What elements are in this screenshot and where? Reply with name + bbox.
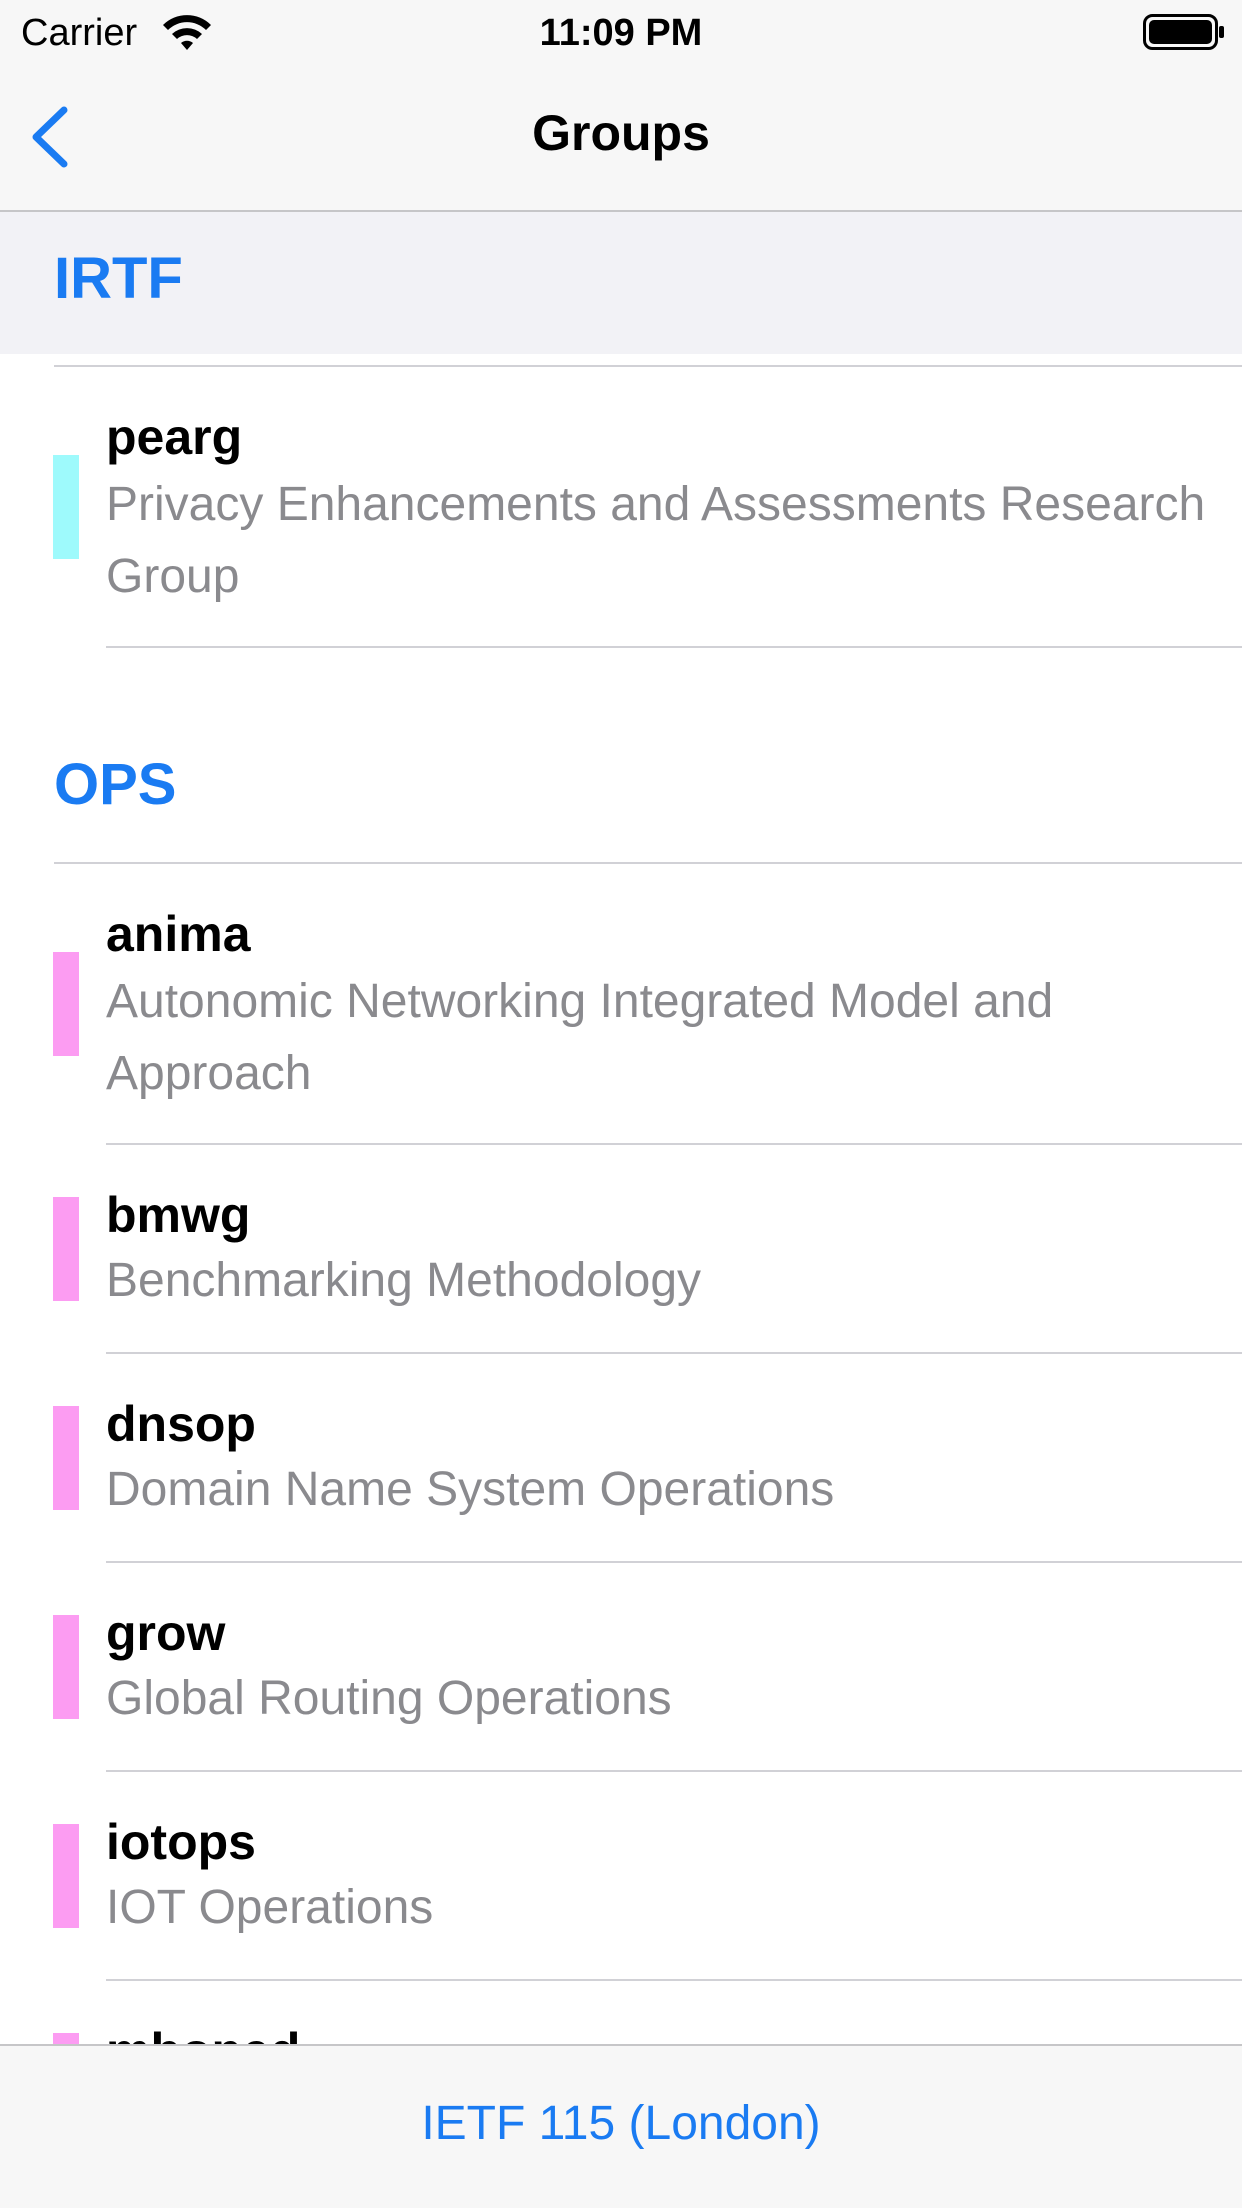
group-color-bar bbox=[53, 1406, 79, 1510]
section-header-irtf: IRTF bbox=[0, 212, 1242, 354]
group-name: anima bbox=[106, 906, 251, 962]
row-separator bbox=[106, 646, 1242, 648]
group-description: Autonomic Networking Integrated Model an… bbox=[106, 975, 1054, 1100]
group-name: bmwg bbox=[106, 1187, 251, 1243]
group-name: dnsop bbox=[106, 1396, 256, 1452]
group-description: Benchmarking Methodology bbox=[106, 1254, 702, 1307]
status-bar: Carrier 11:09 PM bbox=[0, 0, 1242, 66]
group-color-bar bbox=[53, 1615, 79, 1719]
group-description: Privacy Enhancements and Assessments Res… bbox=[106, 478, 1206, 603]
group-row-pearg[interactable]: pearg Privacy Enhancements and Assessmen… bbox=[0, 367, 1242, 647]
group-description: Global Routing Operations bbox=[106, 1672, 672, 1725]
group-row-dnsop[interactable]: dnsop Domain Name System Operations bbox=[0, 1354, 1242, 1562]
group-row-anima[interactable]: anima Autonomic Networking Integrated Mo… bbox=[0, 864, 1242, 1144]
group-name: iotops bbox=[106, 1814, 256, 1870]
group-color-bar bbox=[53, 952, 79, 1056]
group-description: IOT Operations bbox=[106, 1881, 434, 1934]
navigation-bar: Groups bbox=[0, 66, 1242, 212]
group-name: pearg bbox=[106, 409, 243, 465]
group-color-bar bbox=[53, 455, 79, 559]
status-time: 11:09 PM bbox=[539, 12, 703, 54]
group-row-bmwg[interactable]: bmwg Benchmarking Methodology bbox=[0, 1145, 1242, 1353]
battery-icon bbox=[1143, 14, 1225, 57]
group-description: Domain Name System Operations bbox=[106, 1463, 835, 1516]
group-row-iotops[interactable]: iotops IOT Operations bbox=[0, 1772, 1242, 1980]
section-header-ops: OPS bbox=[54, 752, 177, 817]
group-row-grow[interactable]: grow Global Routing Operations bbox=[0, 1563, 1242, 1771]
meeting-select-button[interactable]: IETF 115 (London) bbox=[0, 2096, 1242, 2151]
group-color-bar bbox=[53, 1197, 79, 1301]
bottom-toolbar: IETF 115 (London) bbox=[0, 2044, 1242, 2208]
group-color-bar bbox=[53, 1824, 79, 1928]
group-name: grow bbox=[106, 1605, 226, 1661]
page-title: Groups bbox=[532, 105, 710, 161]
